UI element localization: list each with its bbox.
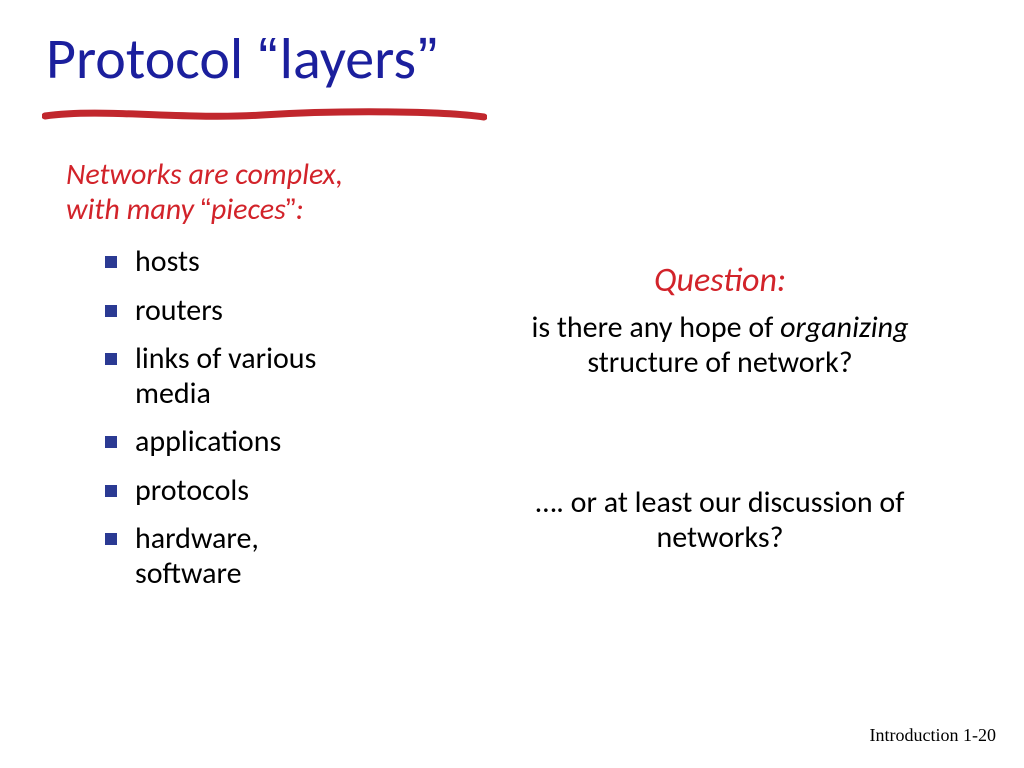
title-underline-icon bbox=[42, 106, 487, 126]
bullet-icon bbox=[105, 436, 117, 448]
list-item-label: routers bbox=[135, 294, 425, 329]
slide-footer: Introduction 1-20 bbox=[870, 725, 996, 746]
list-item: hosts bbox=[105, 245, 425, 280]
list-item-label: protocols bbox=[135, 474, 425, 509]
bullet-icon bbox=[105, 485, 117, 497]
list-item: protocols bbox=[105, 474, 425, 509]
intro-line2a: with many bbox=[66, 191, 201, 228]
slide: Protocol “layers” Networks are complex, … bbox=[0, 0, 1024, 768]
slide-title: Protocol “layers” bbox=[46, 30, 439, 88]
intro-line1: Networks are complex, bbox=[66, 156, 343, 193]
list-item: applications bbox=[105, 425, 425, 460]
bullet-icon bbox=[105, 305, 117, 317]
quote-open-icon: “ bbox=[256, 26, 279, 91]
q1a: is there any hope of bbox=[531, 309, 780, 346]
list-item: links of various media bbox=[105, 342, 425, 411]
intro-line2b: pieces bbox=[211, 191, 286, 228]
bullet-icon bbox=[105, 353, 117, 365]
question-followup: …. or at least our discussion of network… bbox=[500, 485, 940, 556]
bullet-icon bbox=[105, 533, 117, 545]
bullet-icon bbox=[105, 256, 117, 268]
quote-close-icon: ” bbox=[416, 26, 439, 91]
question-label: Question: bbox=[520, 260, 920, 301]
list-item-label: applications bbox=[135, 425, 425, 460]
list-item: routers bbox=[105, 294, 425, 329]
list-item: hardware, software bbox=[105, 522, 425, 591]
pieces-list: hosts routers links of various media app… bbox=[105, 245, 425, 605]
q1c: structure of network? bbox=[587, 344, 852, 381]
intro-text: Networks are complex, with many “pieces”… bbox=[66, 158, 426, 227]
question-body: is there any hope of organizing structur… bbox=[500, 310, 940, 381]
title-part1: Protocol bbox=[46, 23, 256, 94]
intro-quote-close-icon: ” bbox=[286, 193, 296, 226]
intro-quote-open-icon: “ bbox=[201, 193, 211, 226]
intro-line2c: : bbox=[296, 191, 304, 228]
q1b-italic: organizing bbox=[780, 309, 908, 346]
list-item-label: hosts bbox=[135, 245, 425, 280]
list-item-label: links of various media bbox=[135, 342, 425, 411]
title-part2: layers bbox=[280, 23, 416, 94]
list-item-label: hardware, software bbox=[135, 522, 425, 591]
